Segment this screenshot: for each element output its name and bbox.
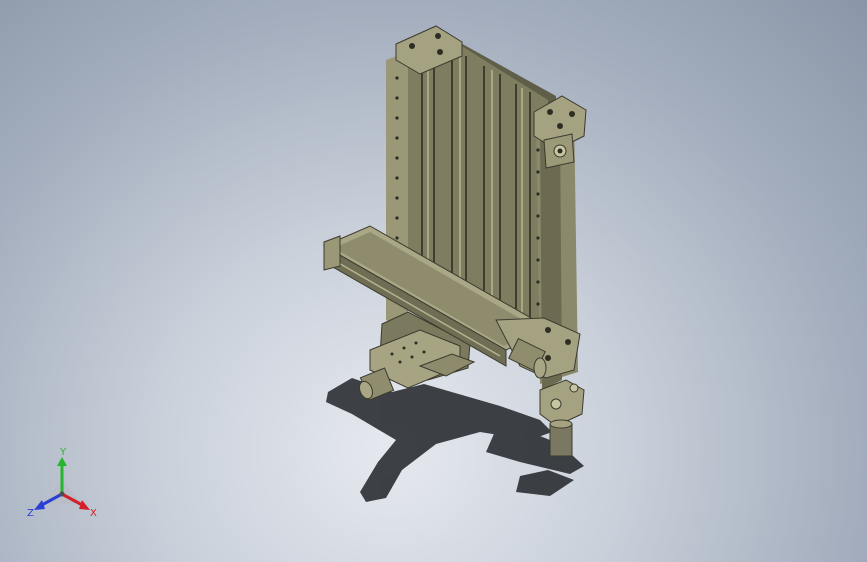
x-beam-end-cap (323, 235, 341, 271)
y-axis-arrow-icon (57, 457, 67, 466)
x-axis-label: X (90, 508, 97, 519)
x-axis-arrow-icon (79, 500, 90, 510)
y-axis-label: Y (59, 447, 67, 458)
triad-origin (59, 491, 65, 497)
triad-graphic: Y X Z (27, 447, 97, 519)
graphics-viewport[interactable]: Y X Z (0, 0, 867, 562)
orientation-triad[interactable]: Y X Z (22, 446, 106, 524)
column-motor-body (549, 423, 573, 457)
model-scene[interactable] (0, 0, 867, 562)
z-axis-arrow-icon (34, 500, 45, 510)
z-axis-label: Z (27, 508, 34, 519)
